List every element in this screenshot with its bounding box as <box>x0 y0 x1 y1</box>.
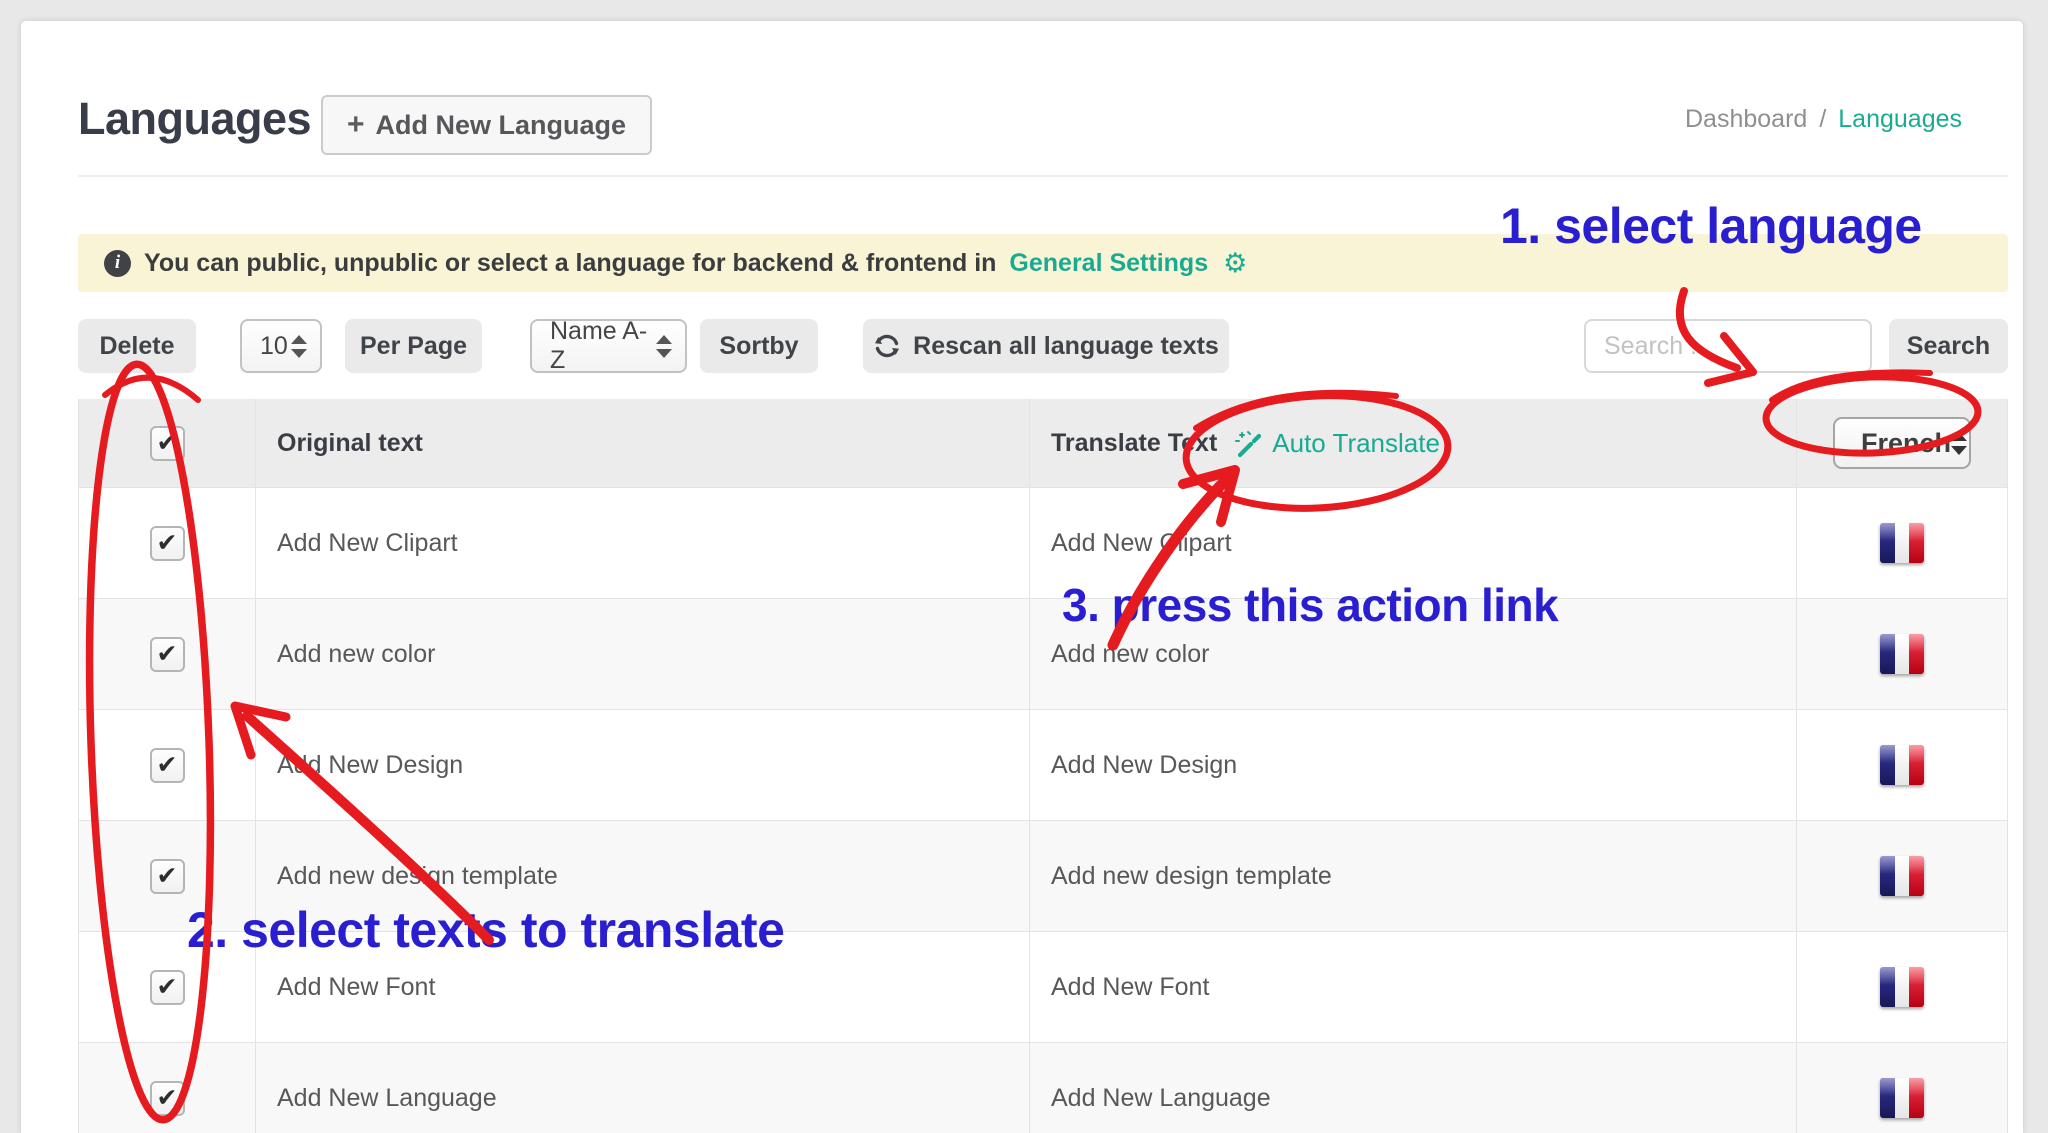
sortby-label: Sortby <box>719 332 798 361</box>
translate-text-cell: Add New Language <box>1051 1084 1271 1113</box>
search-input[interactable] <box>1584 319 1872 373</box>
add-new-language-button[interactable]: + Add New Language <box>321 95 652 155</box>
sort-value: Name A-Z <box>550 317 656 375</box>
french-flag-icon <box>1880 856 1924 896</box>
breadcrumb: Dashboard / Languages <box>1685 105 1962 134</box>
select-all-checkbox[interactable] <box>150 426 185 461</box>
original-text-cell: Add New Design <box>277 751 463 780</box>
general-settings-link[interactable]: General Settings <box>1009 249 1208 278</box>
add-new-language-label: Add New Language <box>376 110 627 141</box>
per-page-value: 10 <box>260 332 288 361</box>
original-text-header: Original text <box>277 429 423 458</box>
annotation-step2-text: 2. select texts to translate <box>187 901 784 959</box>
sortby-button[interactable]: Sortby <box>700 319 818 373</box>
plus-icon: + <box>347 110 365 140</box>
row-checkbox[interactable] <box>150 859 185 894</box>
table-row: Add New Language Add New Language <box>79 1042 2007 1133</box>
breadcrumb-dashboard-link[interactable]: Dashboard <box>1685 105 1807 134</box>
original-text-cell: Add new color <box>277 640 435 669</box>
table-row: Add new color Add new color <box>79 598 2007 709</box>
rescan-button[interactable]: Rescan all language texts <box>863 319 1229 373</box>
french-flag-icon <box>1880 523 1924 563</box>
content-card: Languages + Add New Language Dashboard /… <box>21 21 2023 1133</box>
french-flag-icon <box>1880 634 1924 674</box>
info-icon: i <box>104 250 131 277</box>
page-title: Languages <box>78 93 311 145</box>
original-text-cell: Add new design template <box>277 862 558 891</box>
row-checkbox[interactable] <box>150 970 185 1005</box>
original-text-cell: Add New Language <box>277 1084 497 1113</box>
header-divider <box>78 175 2008 177</box>
search-label: Search <box>1907 332 1990 361</box>
row-checkbox[interactable] <box>150 526 185 561</box>
translate-text-cell: Add New Font <box>1051 973 1209 1002</box>
translate-text-header: Translate Text <box>1051 429 1217 458</box>
gear-icon[interactable]: ⚙ <box>1223 248 1247 279</box>
translate-text-cell: Add new design template <box>1051 862 1332 891</box>
info-banner-text: You can public, unpublic or select a lan… <box>144 249 996 278</box>
sort-select[interactable]: Name A-Z <box>530 319 687 373</box>
search-button[interactable]: Search <box>1889 319 2008 373</box>
language-select-value: French <box>1861 428 1951 459</box>
original-text-cell: Add New Clipart <box>277 529 458 558</box>
per-page-button[interactable]: Per Page <box>345 319 482 373</box>
rescan-label: Rescan all language texts <box>913 332 1219 361</box>
row-checkbox[interactable] <box>150 748 185 783</box>
magic-wand-icon <box>1233 428 1263 458</box>
row-checkbox[interactable] <box>150 1081 185 1116</box>
translate-text-cell: Add new color <box>1051 640 1209 669</box>
french-flag-icon <box>1880 967 1924 1007</box>
refresh-icon <box>873 332 901 360</box>
auto-translate-link[interactable]: Auto Translate <box>1233 428 1440 459</box>
translate-text-cell: Add New Design <box>1051 751 1237 780</box>
table-row: Add New Design Add New Design <box>79 709 2007 820</box>
breadcrumb-current: Languages <box>1838 105 1962 134</box>
auto-translate-label: Auto Translate <box>1272 428 1440 459</box>
annotation-step3-text: 3. press this action link <box>1062 578 1558 632</box>
table-row: Add New Clipart Add New Clipart <box>79 487 2007 598</box>
table-header-row: Original text Translate Text <box>79 399 2007 487</box>
annotation-step1-text: 1. select language <box>1500 197 1922 255</box>
french-flag-icon <box>1880 1078 1924 1118</box>
select-caret-icon <box>656 335 672 358</box>
french-flag-icon <box>1880 745 1924 785</box>
select-caret-icon <box>1951 432 1967 455</box>
row-checkbox[interactable] <box>150 637 185 672</box>
delete-button[interactable]: Delete <box>78 319 196 373</box>
languages-admin-page: Languages + Add New Language Dashboard /… <box>0 0 2048 1133</box>
breadcrumb-separator: / <box>1819 105 1826 134</box>
translate-text-cell: Add New Clipart <box>1051 529 1232 558</box>
language-select[interactable]: French <box>1833 417 1971 469</box>
per-page-select[interactable]: 10 <box>240 319 322 373</box>
select-caret-icon <box>291 335 307 358</box>
per-page-label: Per Page <box>360 332 467 361</box>
original-text-cell: Add New Font <box>277 973 435 1002</box>
delete-label: Delete <box>99 332 174 361</box>
translations-table: Original text Translate Text <box>78 399 2008 1133</box>
